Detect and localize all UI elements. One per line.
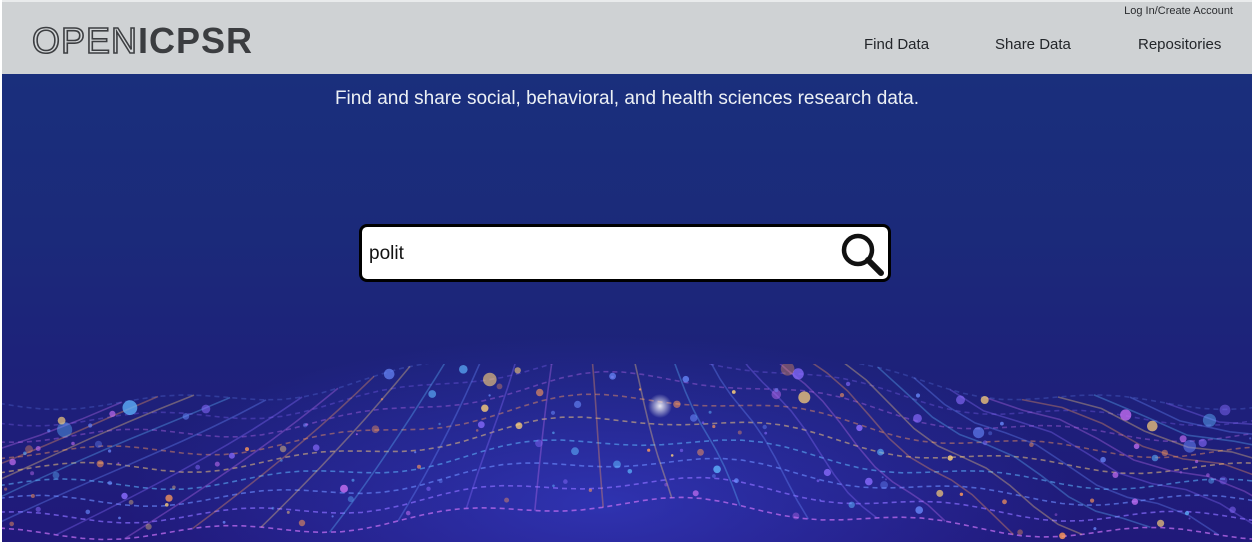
data-grid-background-art	[2, 364, 1252, 541]
logo-icpsr-text: ICPSR	[138, 20, 254, 61]
nav-find-data[interactable]: Find Data	[864, 36, 929, 53]
login-create-account-link[interactable]: Log In/Create Account	[1124, 5, 1233, 17]
site-header: OPENICPSR Log In/Create Account Find Dat…	[2, 0, 1252, 74]
logo-open-text: OPEN	[31, 19, 139, 62]
search-button[interactable]	[838, 230, 886, 278]
openicpsr-logo[interactable]: OPENICPSR	[31, 19, 254, 62]
search-input[interactable]	[369, 237, 829, 271]
nav-repositories[interactable]: Repositories	[1138, 36, 1221, 53]
search-icon	[841, 233, 884, 276]
hero-tagline: Find and share social, behavioral, and h…	[334, 88, 920, 109]
nav-share-data[interactable]: Share Data	[995, 36, 1071, 53]
search-bar	[359, 224, 891, 282]
page: OPENICPSR Log In/Create Account Find Dat…	[2, 0, 1252, 542]
hero-banner: Find and share social, behavioral, and h…	[2, 74, 1252, 542]
